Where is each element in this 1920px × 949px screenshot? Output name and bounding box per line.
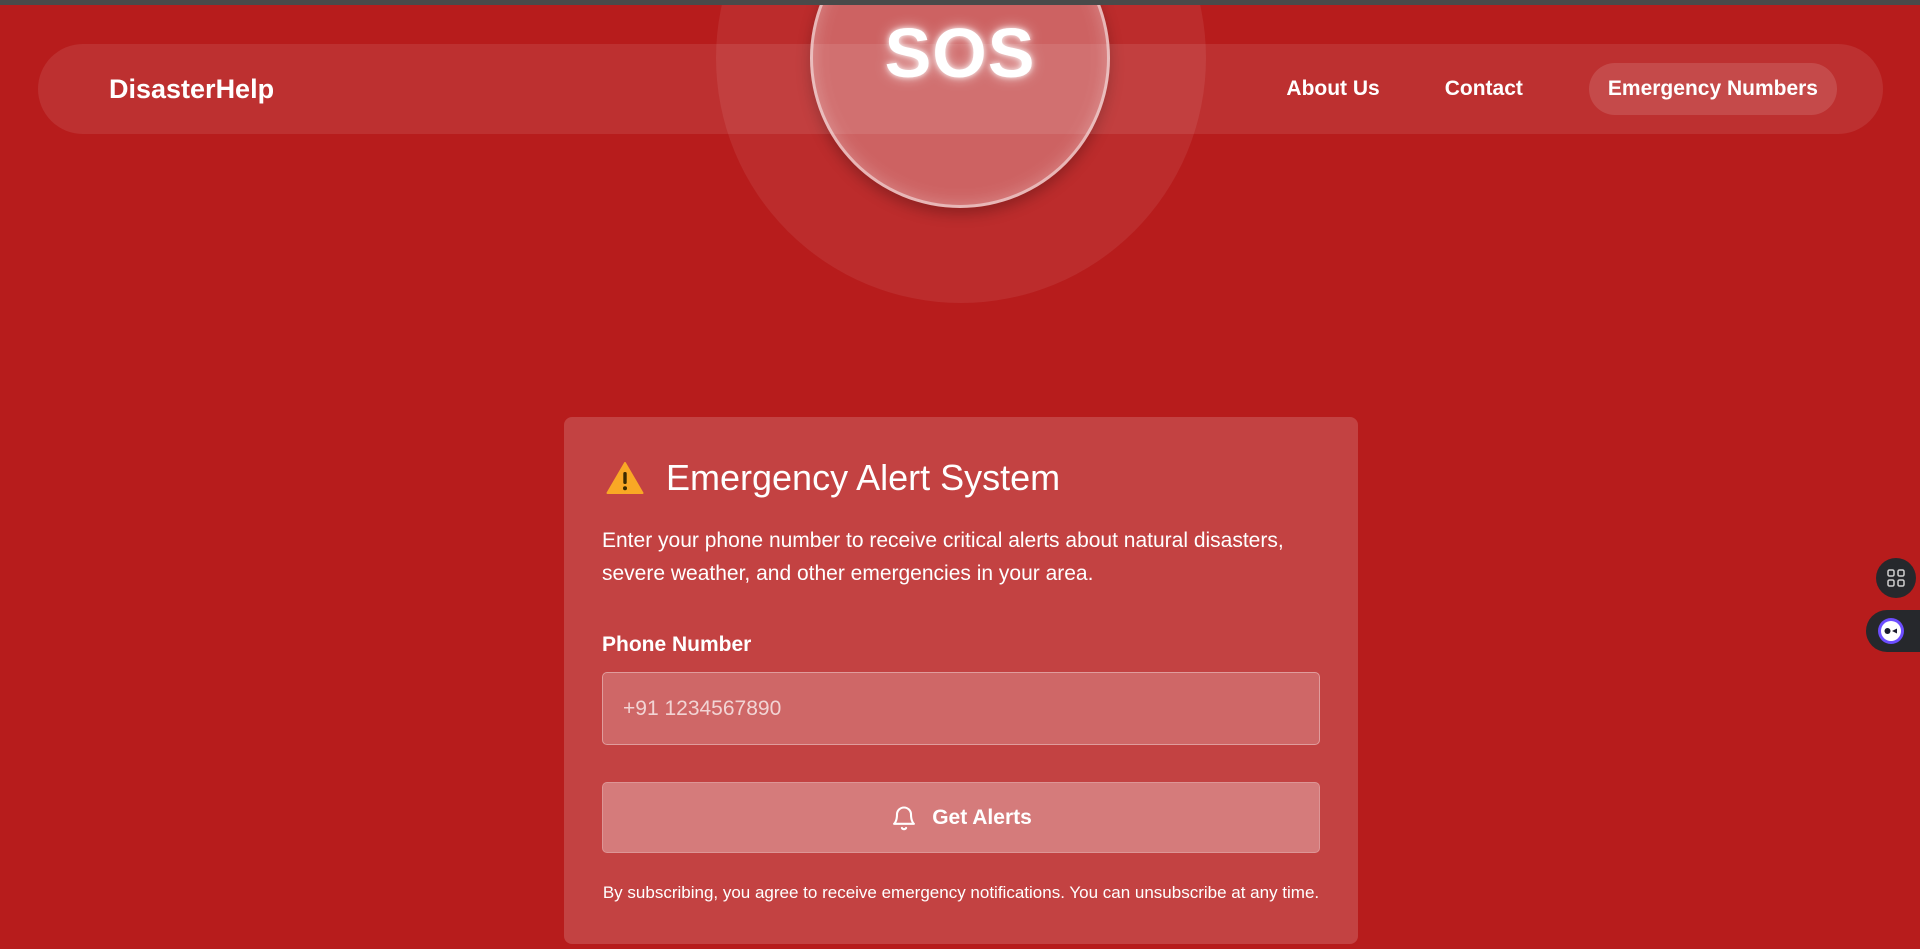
apps-grid-icon: [1887, 569, 1905, 587]
page: SOS DisasterHelp About Us Contact Emerge…: [0, 0, 1920, 949]
emergency-numbers-button[interactable]: Emergency Numbers: [1588, 63, 1837, 115]
emergency-alert-card: Emergency Alert System Enter your phone …: [564, 417, 1358, 944]
bell-icon: [893, 805, 916, 830]
assistant-widget[interactable]: [1866, 610, 1920, 652]
card-description: Enter your phone number to receive criti…: [602, 529, 1284, 585]
warning-icon: [606, 462, 644, 494]
get-alerts-label: Get Alerts: [932, 805, 1032, 829]
get-alerts-button[interactable]: Get Alerts: [602, 782, 1320, 853]
card-header: Emergency Alert System: [606, 457, 1060, 499]
nav-link-about-us[interactable]: About Us: [1286, 77, 1379, 101]
apps-grid-widget[interactable]: [1876, 558, 1916, 598]
browser-top-edge: [0, 0, 1920, 5]
navbar: DisasterHelp About Us Contact Emergency …: [38, 44, 1883, 134]
nav-links: About Us Contact Emergency Numbers: [1221, 63, 1837, 115]
card-title: Emergency Alert System: [666, 457, 1061, 498]
phone-number-label: Phone Number: [602, 633, 752, 656]
subscription-note: By subscribing, you agree to receive eme…: [602, 883, 1320, 902]
nav-link-contact[interactable]: Contact: [1445, 77, 1523, 101]
brand-logo[interactable]: DisasterHelp: [109, 44, 274, 134]
phone-number-input[interactable]: [602, 672, 1320, 745]
assistant-bot-icon: [1878, 618, 1904, 644]
